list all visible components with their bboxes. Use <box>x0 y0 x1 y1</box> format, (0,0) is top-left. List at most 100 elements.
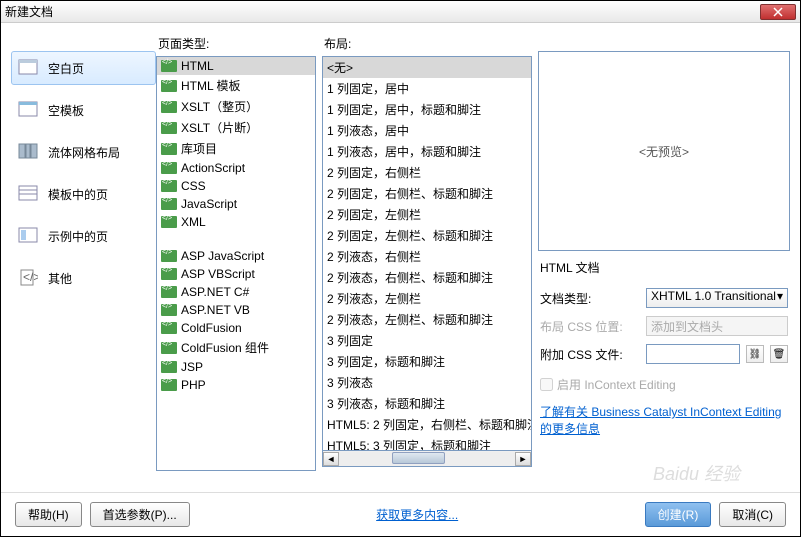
layout-item[interactable]: 3 列固定 <box>323 330 531 351</box>
page-type-column: 页面类型: HTMLHTML 模板XSLT（整页）XSLT（片断）库项目Acti… <box>156 33 316 493</box>
create-button[interactable]: 创建(R) <box>645 502 712 527</box>
blank-page-icon <box>16 58 40 78</box>
nav-fluid-grid[interactable]: 流体网格布局 <box>11 135 156 169</box>
nav-sample-page[interactable]: 示例中的页 <box>11 219 156 253</box>
layout-item[interactable]: <无> <box>323 57 531 78</box>
page-type-item[interactable]: JavaScript <box>157 195 315 213</box>
layout-item[interactable]: 1 列液态，居中 <box>323 120 531 141</box>
page-type-label: CSS <box>181 179 206 193</box>
file-type-icon <box>161 268 177 280</box>
page-type-item[interactable]: ASP.NET VB <box>157 301 315 319</box>
file-type-icon <box>161 379 177 391</box>
layout-item[interactable]: 2 列液态，右侧栏 <box>323 246 531 267</box>
incontext-learn-more-link[interactable]: 了解有关 Business Catalyst InContext Editing… <box>538 401 790 439</box>
css-position-select: 添加到文档头 <box>646 316 788 336</box>
page-type-item[interactable]: ASP.NET C# <box>157 283 315 301</box>
layout-item[interactable]: 2 列固定，左侧栏 <box>323 204 531 225</box>
page-type-label: HTML <box>181 59 214 73</box>
nav-blank-template[interactable]: 空模板 <box>11 93 156 127</box>
page-type-item[interactable]: HTML 模板 <box>157 75 315 96</box>
layout-item[interactable]: 2 列液态，右侧栏、标题和脚注 <box>323 267 531 288</box>
scroll-right-button[interactable]: ► <box>515 452 531 466</box>
cancel-button[interactable]: 取消(C) <box>719 502 786 527</box>
file-type-icon <box>161 342 177 354</box>
file-type-icon <box>161 101 177 113</box>
file-type-icon <box>161 198 177 210</box>
layout-item[interactable]: 2 列固定，右侧栏 <box>323 162 531 183</box>
close-icon <box>773 7 783 17</box>
preview-column: <无预览> HTML 文档 文档类型: XHTML 1.0 Transition… <box>538 33 790 493</box>
new-document-dialog: 新建文档 空白页 空模板 流体网格布局 模板中的页 <box>0 0 801 537</box>
page-type-item[interactable]: 库项目 <box>157 138 315 159</box>
layout-item[interactable]: 2 列固定，左侧栏、标题和脚注 <box>323 225 531 246</box>
layout-item[interactable]: 2 列固定，右侧栏、标题和脚注 <box>323 183 531 204</box>
page-type-item[interactable]: ActionScript <box>157 159 315 177</box>
titlebar: 新建文档 <box>1 1 800 23</box>
page-type-item[interactable]: ColdFusion 组件 <box>157 337 315 358</box>
layout-item[interactable]: HTML5: 2 列固定，右侧栏、标题和脚注 <box>323 414 531 435</box>
layout-item[interactable]: 1 列固定，居中 <box>323 78 531 99</box>
css-position-label: 布局 CSS 位置: <box>540 318 640 335</box>
layout-item[interactable]: HTML5: 3 列固定，标题和脚注 <box>323 435 531 451</box>
layout-item[interactable]: 2 列液态，左侧栏 <box>323 288 531 309</box>
remove-css-button[interactable]: 🗑 <box>770 345 788 363</box>
no-preview-text: <无预览> <box>639 143 689 160</box>
page-type-item[interactable]: ASP VBScript <box>157 265 315 283</box>
attach-css-input[interactable] <box>646 344 740 364</box>
layout-item[interactable]: 3 列液态 <box>323 372 531 393</box>
page-type-item[interactable]: HTML <box>157 57 315 75</box>
css-position-row: 布局 CSS 位置: 添加到文档头 <box>538 312 790 340</box>
nav-blank-page[interactable]: 空白页 <box>11 51 156 85</box>
page-type-item[interactable]: XML <box>157 213 315 231</box>
page-type-label: XSLT（整页） <box>181 98 258 115</box>
get-more-link[interactable]: 获取更多内容... <box>376 506 458 523</box>
layout-item[interactable]: 2 列液态，左侧栏、标题和脚注 <box>323 309 531 330</box>
page-type-item[interactable]: CSS <box>157 177 315 195</box>
page-type-label: ActionScript <box>181 161 245 175</box>
layout-item[interactable]: 1 列液态，居中，标题和脚注 <box>323 141 531 162</box>
close-button[interactable] <box>760 4 796 20</box>
layout-item[interactable]: 3 列固定，标题和脚注 <box>323 351 531 372</box>
file-type-icon <box>161 143 177 155</box>
category-nav: 空白页 空模板 流体网格布局 模板中的页 示例中的页 </> 其他 <box>11 33 156 493</box>
svg-text:</>: </> <box>23 270 38 284</box>
scroll-left-button[interactable]: ◄ <box>323 452 339 466</box>
scroll-thumb[interactable] <box>392 452 445 464</box>
nav-template-page[interactable]: 模板中的页 <box>11 177 156 211</box>
template-page-icon <box>16 184 40 204</box>
page-type-label: ColdFusion <box>181 321 242 335</box>
page-type-item[interactable]: JSP <box>157 358 315 376</box>
page-type-item[interactable]: ColdFusion <box>157 319 315 337</box>
help-button[interactable]: 帮助(H) <box>15 502 82 527</box>
layout-list[interactable]: <无>1 列固定，居中1 列固定，居中，标题和脚注1 列液态，居中1 列液态，居… <box>322 56 532 451</box>
link-css-button[interactable]: ⛓ <box>746 345 764 363</box>
page-type-item[interactable]: XSLT（整页） <box>157 96 315 117</box>
layout-title: 布局: <box>322 33 532 56</box>
incontext-label: 启用 InContext Editing <box>557 376 676 393</box>
page-type-label: ASP.NET C# <box>181 285 249 299</box>
page-type-label: XML <box>181 215 206 229</box>
dialog-body: 空白页 空模板 流体网格布局 模板中的页 示例中的页 </> 其他 <box>1 23 800 493</box>
page-type-label: 库项目 <box>181 140 217 157</box>
layout-item[interactable]: 1 列固定，居中，标题和脚注 <box>323 99 531 120</box>
layout-hscrollbar[interactable]: ◄ ► <box>322 451 532 467</box>
nav-other[interactable]: </> 其他 <box>11 261 156 295</box>
layout-item[interactable]: 3 列液态，标题和脚注 <box>323 393 531 414</box>
page-type-label: JSP <box>181 360 203 374</box>
page-type-item[interactable]: XSLT（片断） <box>157 117 315 138</box>
doctype-row: 文档类型: XHTML 1.0 Transitional ▾ <box>538 284 790 312</box>
preferences-button[interactable]: 首选参数(P)... <box>90 502 190 527</box>
file-type-icon <box>161 361 177 373</box>
page-type-list[interactable]: HTML HTML 模板 XSLT（整页） XSLT（片断） 库项目 ActionScri… <box>156 56 316 471</box>
scroll-track[interactable] <box>339 452 515 466</box>
file-type-icon <box>161 162 177 174</box>
doctype-select[interactable]: XHTML 1.0 Transitional ▾ <box>646 288 788 308</box>
page-type-item[interactable]: ASP JavaScript <box>157 247 315 265</box>
page-type-label: HTML 模板 <box>181 77 241 94</box>
nav-label: 空模板 <box>48 102 84 119</box>
file-type-icon <box>161 286 177 298</box>
page-type-item[interactable] <box>157 231 315 247</box>
page-type-item[interactable]: PHP <box>157 376 315 394</box>
file-type-icon <box>161 304 177 316</box>
nav-label: 其他 <box>48 270 72 287</box>
